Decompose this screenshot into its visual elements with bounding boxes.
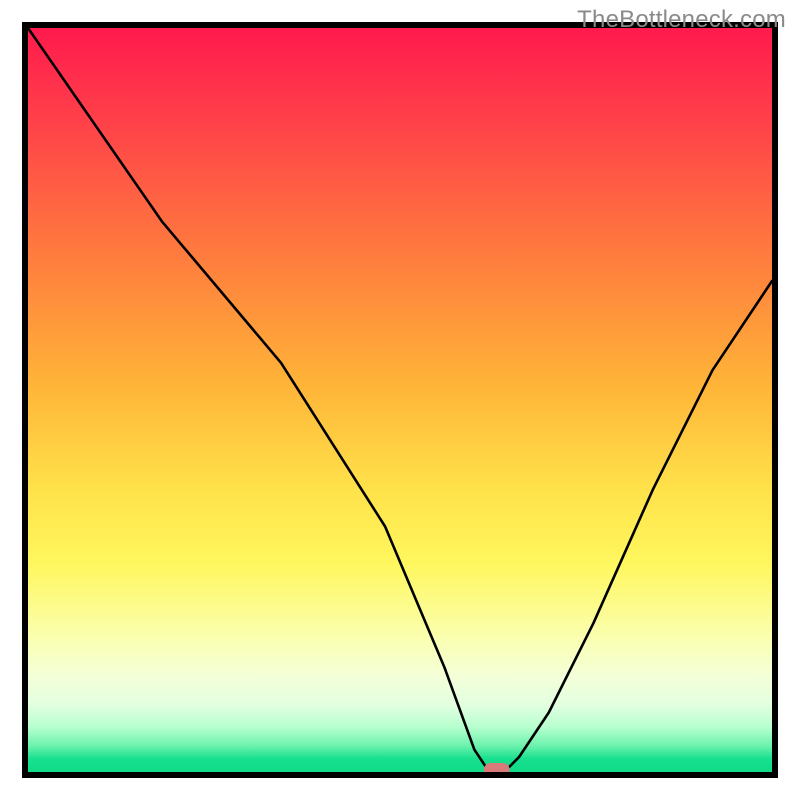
plot-area [28,28,772,778]
bottleneck-chart: TheBottleneck.com [0,0,800,800]
chart-svg [0,0,800,800]
watermark-text: TheBottleneck.com [577,6,786,34]
